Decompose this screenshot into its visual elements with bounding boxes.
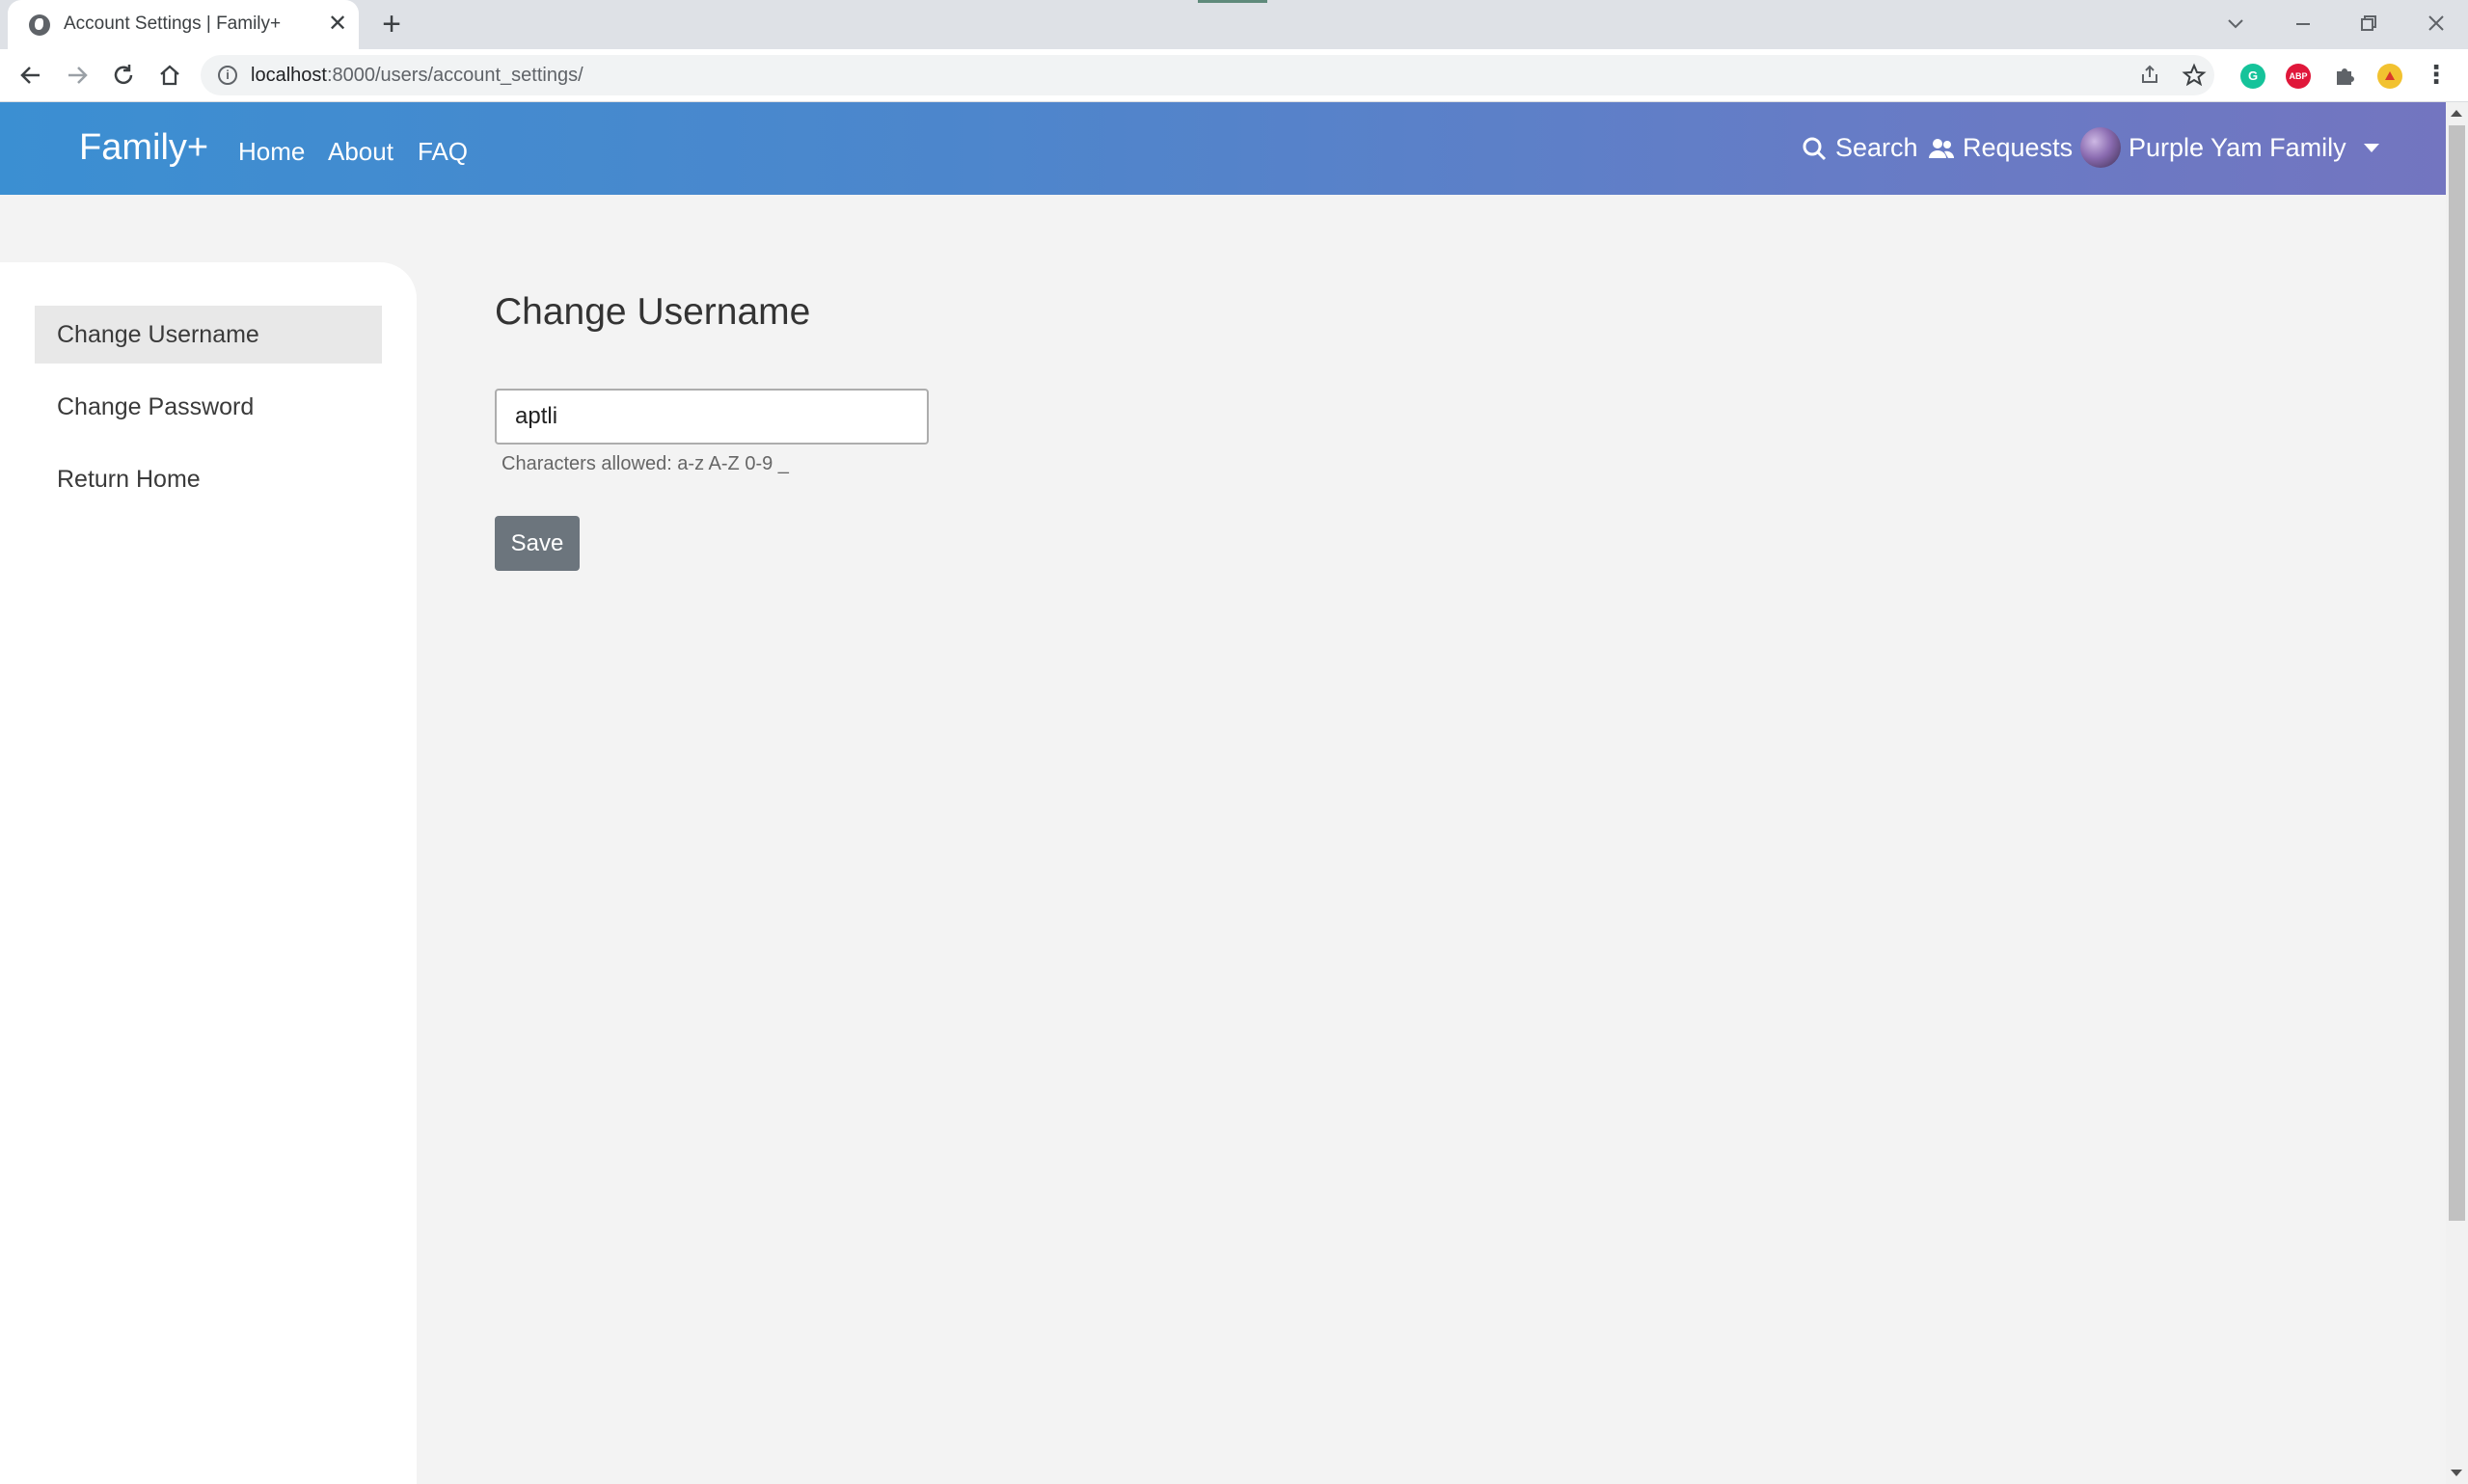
- requests-label: Requests: [1963, 133, 2074, 162]
- forward-icon[interactable]: [60, 58, 95, 93]
- tab-title: Account Settings | Family+: [64, 13, 282, 34]
- username-input[interactable]: [495, 389, 929, 445]
- tab-search-icon[interactable]: [2218, 6, 2253, 40]
- url-host: localhost: [251, 65, 327, 86]
- sidebar-item-return-home[interactable]: Return Home: [35, 450, 382, 508]
- avatar: [2080, 127, 2121, 168]
- minimize-icon[interactable]: [2286, 6, 2320, 40]
- browser-toolbar: i localhost:8000/users/account_settings/…: [0, 49, 2468, 102]
- reload-icon[interactable]: [106, 58, 141, 93]
- url-path: :8000/users/account_settings/: [326, 65, 583, 86]
- page-title: Change Username: [495, 291, 811, 333]
- tab-strip-indicator: [1198, 0, 1267, 3]
- close-tab-icon[interactable]: ✕: [324, 11, 351, 38]
- save-button[interactable]: Save: [495, 516, 580, 571]
- nav-search-link[interactable]: Search: [1801, 133, 1918, 163]
- site-brand[interactable]: Family+: [79, 127, 208, 169]
- extensions-puzzle-icon[interactable]: [2332, 64, 2357, 89]
- nav-link-about[interactable]: About: [328, 137, 393, 167]
- user-name: Purple Yam Family: [2129, 132, 2346, 162]
- grammarly-extension-icon[interactable]: G: [2240, 64, 2265, 89]
- scroll-down-icon[interactable]: [2451, 1470, 2462, 1476]
- caret-down-icon: [2363, 143, 2379, 152]
- sidebar-item-change-username[interactable]: Change Username: [35, 306, 382, 364]
- user-dropdown[interactable]: Purple Yam Family: [2080, 127, 2379, 168]
- browser-tab[interactable]: Account Settings | Family+ ✕: [8, 0, 359, 49]
- nav-requests-link[interactable]: Requests: [1928, 133, 2073, 163]
- home-icon[interactable]: [152, 58, 187, 93]
- address-bar[interactable]: i localhost:8000/users/account_settings/: [201, 55, 2214, 95]
- username-help-text: Characters allowed: a-z A-Z 0-9 _: [502, 453, 789, 474]
- restore-icon[interactable]: [2351, 6, 2386, 40]
- search-label: Search: [1835, 133, 1918, 162]
- adblock-extension-icon[interactable]: ABP: [2286, 64, 2311, 89]
- settings-sidebar: Change Username Change Password Return H…: [0, 262, 417, 1484]
- new-tab-button[interactable]: +: [376, 8, 407, 40]
- browser-tab-strip: Account Settings | Family+ ✕ +: [0, 0, 2468, 49]
- site-info-icon[interactable]: i: [218, 66, 237, 85]
- bookmark-star-icon[interactable]: [2182, 63, 2207, 88]
- scroll-thumb[interactable]: [2449, 125, 2465, 1221]
- nav-link-home[interactable]: Home: [238, 137, 305, 167]
- profile-extension-icon[interactable]: [2377, 64, 2402, 89]
- back-icon[interactable]: [14, 58, 48, 93]
- nav-link-faq[interactable]: FAQ: [418, 137, 468, 167]
- site-navbar: Family+ Home About FAQ Search Requests P…: [0, 102, 2446, 195]
- close-window-icon[interactable]: [2419, 6, 2454, 40]
- share-icon[interactable]: [2137, 63, 2162, 88]
- users-icon: [1928, 135, 1955, 162]
- sidebar-item-change-password[interactable]: Change Password: [35, 378, 382, 436]
- page-scrollbar[interactable]: [2446, 102, 2468, 1484]
- search-icon: [1801, 135, 1828, 162]
- globe-icon: [29, 14, 50, 36]
- url-text: localhost:8000/users/account_settings/: [251, 65, 583, 87]
- browser-menu-icon[interactable]: ⋮: [2424, 62, 2449, 89]
- scroll-up-icon[interactable]: [2451, 110, 2462, 117]
